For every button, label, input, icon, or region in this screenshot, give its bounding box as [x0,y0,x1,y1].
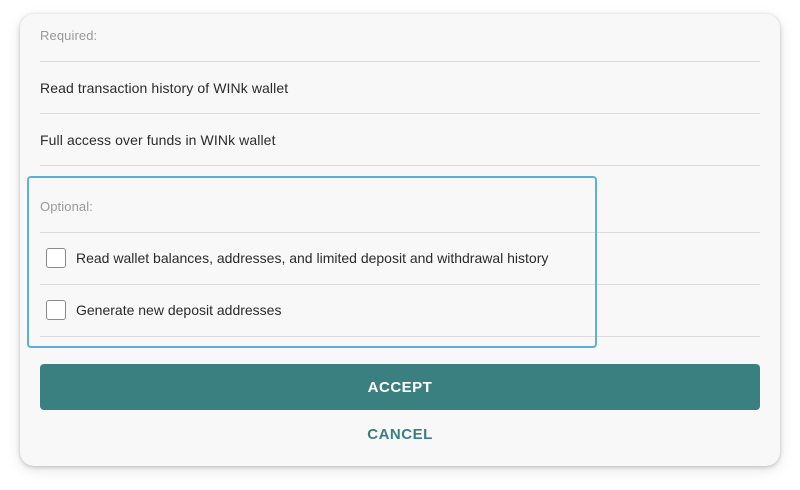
required-permission-full-access: Full access over funds in WINk wallet [40,132,276,148]
optional-permission-row-read-balances[interactable]: Read wallet balances, addresses, and lim… [40,233,760,285]
divider [40,336,760,337]
read-balances-checkbox[interactable] [46,248,66,268]
read-balances-label: Read wallet balances, addresses, and lim… [76,250,549,266]
divider [40,61,760,62]
cancel-button[interactable]: CANCEL [320,420,480,448]
optional-permission-row-deposit-addresses[interactable]: Generate new deposit addresses [40,285,760,337]
divider [40,165,760,166]
page: Required: Read transaction history of WI… [0,0,800,490]
deposit-addresses-label: Generate new deposit addresses [76,302,282,318]
permissions-dialog: Required: Read transaction history of WI… [20,14,780,466]
required-section-label: Required: [40,28,98,43]
optional-section-label: Optional: [40,199,93,214]
deposit-addresses-checkbox[interactable] [46,300,66,320]
required-permission-read-history: Read transaction history of WINk wallet [40,80,289,96]
accept-button[interactable]: ACCEPT [40,364,760,410]
divider [40,113,760,114]
